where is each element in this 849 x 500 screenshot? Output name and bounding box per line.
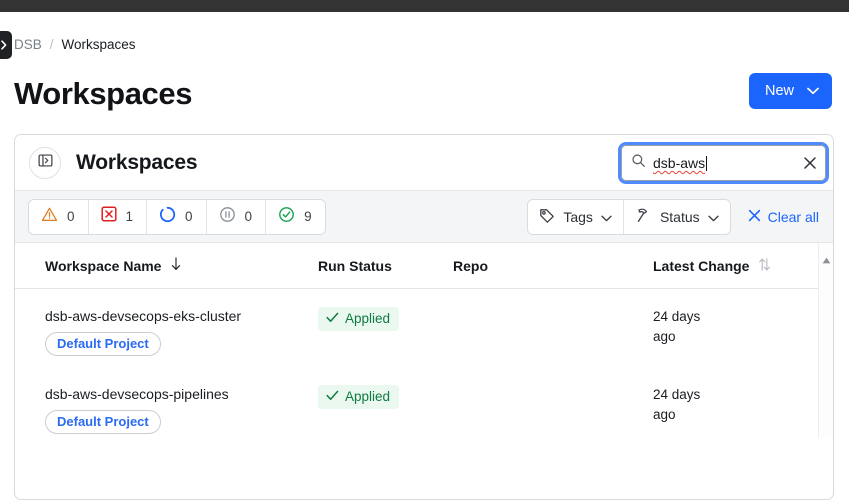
filter-dropdowns: Tags Status xyxy=(527,199,819,235)
cell-latest-change: 24 days ago xyxy=(653,385,803,425)
filter-error[interactable]: 1 xyxy=(89,200,148,234)
latest-change-value: 24 days ago xyxy=(653,385,715,425)
check-icon xyxy=(326,389,339,404)
cell-run-status: Applied xyxy=(318,385,453,409)
card-title: Workspaces xyxy=(76,151,197,175)
project-pill[interactable]: Default Project xyxy=(45,410,161,434)
workspace-name-link[interactable]: dsb-aws-devsecops-eks-cluster xyxy=(45,307,318,325)
column-header-run-status[interactable]: Run Status xyxy=(318,258,453,274)
filter-toolbar: 0 1 xyxy=(15,191,833,243)
filter-applied-count: 9 xyxy=(304,209,312,224)
sort-updown-icon xyxy=(758,257,771,275)
search-box[interactable]: dsb-aws xyxy=(621,145,826,181)
status-badge-label: Applied xyxy=(345,311,390,326)
chevron-right-icon xyxy=(0,40,9,50)
status-dropdown[interactable]: Status xyxy=(624,200,730,234)
check-circle-icon xyxy=(278,206,295,228)
breadcrumb-current: Workspaces xyxy=(62,37,136,52)
workspaces-card: Workspaces dsb-aws xyxy=(14,134,834,500)
loading-circle-icon xyxy=(159,206,176,228)
clear-all-button[interactable]: Clear all xyxy=(748,209,819,225)
sidebar-expand-toggle[interactable] xyxy=(0,31,12,59)
column-header-repo[interactable]: Repo xyxy=(453,258,653,274)
table-header-row: Workspace Name Run Status Repo Latest Ch… xyxy=(15,243,833,289)
chevron-down-icon xyxy=(601,209,612,225)
panel-expand-button[interactable] xyxy=(29,147,61,179)
column-header-workspace-name[interactable]: Workspace Name xyxy=(45,257,318,274)
tags-dropdown-label: Tags xyxy=(563,209,593,225)
search-icon xyxy=(631,153,646,173)
column-label: Latest Change xyxy=(653,258,749,274)
filter-warning-count: 0 xyxy=(67,209,75,224)
page-title: Workspaces xyxy=(14,74,192,114)
chevron-down-icon xyxy=(807,83,819,99)
filter-running[interactable]: 0 xyxy=(147,200,207,234)
workspaces-table: Workspace Name Run Status Repo Latest Ch… xyxy=(15,243,833,445)
status-badge-label: Applied xyxy=(345,389,390,404)
breadcrumb-separator: / xyxy=(50,37,54,52)
breadcrumb-link-root[interactable]: DSB xyxy=(14,37,42,52)
clear-all-label: Clear all xyxy=(768,209,819,225)
search-input[interactable]: dsb-aws xyxy=(653,153,796,173)
table-row[interactable]: dsb-aws-devsecops-eks-cluster Default Pr… xyxy=(15,289,833,367)
arrow-down-icon xyxy=(170,257,182,274)
hammer-icon xyxy=(635,207,652,227)
status-dropdown-label: Status xyxy=(660,209,700,225)
search-input-value: dsb-aws xyxy=(653,155,705,171)
column-label: Repo xyxy=(453,258,488,274)
text-caret xyxy=(706,156,707,171)
new-button[interactable]: New xyxy=(749,73,832,109)
cell-latest-change: 24 days ago xyxy=(653,307,803,347)
filter-paused[interactable]: 0 xyxy=(207,200,267,234)
column-label: Workspace Name xyxy=(45,258,161,274)
chevron-down-icon xyxy=(708,209,719,225)
filter-error-count: 1 xyxy=(126,209,134,224)
filter-warning[interactable]: 0 xyxy=(29,200,89,234)
new-button-label: New xyxy=(765,83,794,99)
status-badge: Applied xyxy=(318,385,399,409)
cell-workspace-name: dsb-aws-devsecops-eks-cluster Default Pr… xyxy=(45,307,318,356)
pause-circle-icon xyxy=(219,206,236,228)
filter-paused-count: 0 xyxy=(245,209,253,224)
tag-icon xyxy=(539,208,555,227)
panel-expand-icon xyxy=(38,153,53,173)
cell-workspace-name: dsb-aws-devsecops-pipelines Default Proj… xyxy=(45,385,318,434)
app-root: DSB / Workspaces Workspaces New Wor xyxy=(0,0,849,500)
error-x-box-icon xyxy=(101,206,117,227)
latest-change-value: 24 days ago xyxy=(653,307,715,347)
card-header: Workspaces dsb-aws xyxy=(15,135,833,191)
table-scrollbar[interactable] xyxy=(818,243,833,438)
warning-triangle-icon xyxy=(41,206,58,228)
cell-run-status: Applied xyxy=(318,307,453,331)
filter-applied[interactable]: 9 xyxy=(266,200,325,234)
close-icon xyxy=(748,209,761,225)
triangle-up-icon[interactable] xyxy=(822,251,831,269)
search-clear-button[interactable] xyxy=(803,156,817,170)
dropdown-group: Tags Status xyxy=(527,199,730,235)
table-body: dsb-aws-devsecops-eks-cluster Default Pr… xyxy=(15,289,833,445)
status-count-filters: 0 1 xyxy=(28,199,326,235)
filter-running-count: 0 xyxy=(185,209,193,224)
column-header-latest-change[interactable]: Latest Change xyxy=(653,257,803,275)
check-icon xyxy=(326,311,339,326)
column-label: Run Status xyxy=(318,258,392,274)
breadcrumb: DSB / Workspaces xyxy=(14,34,136,54)
project-pill[interactable]: Default Project xyxy=(45,332,161,356)
status-badge: Applied xyxy=(318,307,399,331)
workspace-name-link[interactable]: dsb-aws-devsecops-pipelines xyxy=(45,385,318,403)
tags-dropdown[interactable]: Tags xyxy=(528,200,624,234)
window-top-strip xyxy=(0,0,849,12)
table-row[interactable]: dsb-aws-devsecops-pipelines Default Proj… xyxy=(15,367,833,445)
